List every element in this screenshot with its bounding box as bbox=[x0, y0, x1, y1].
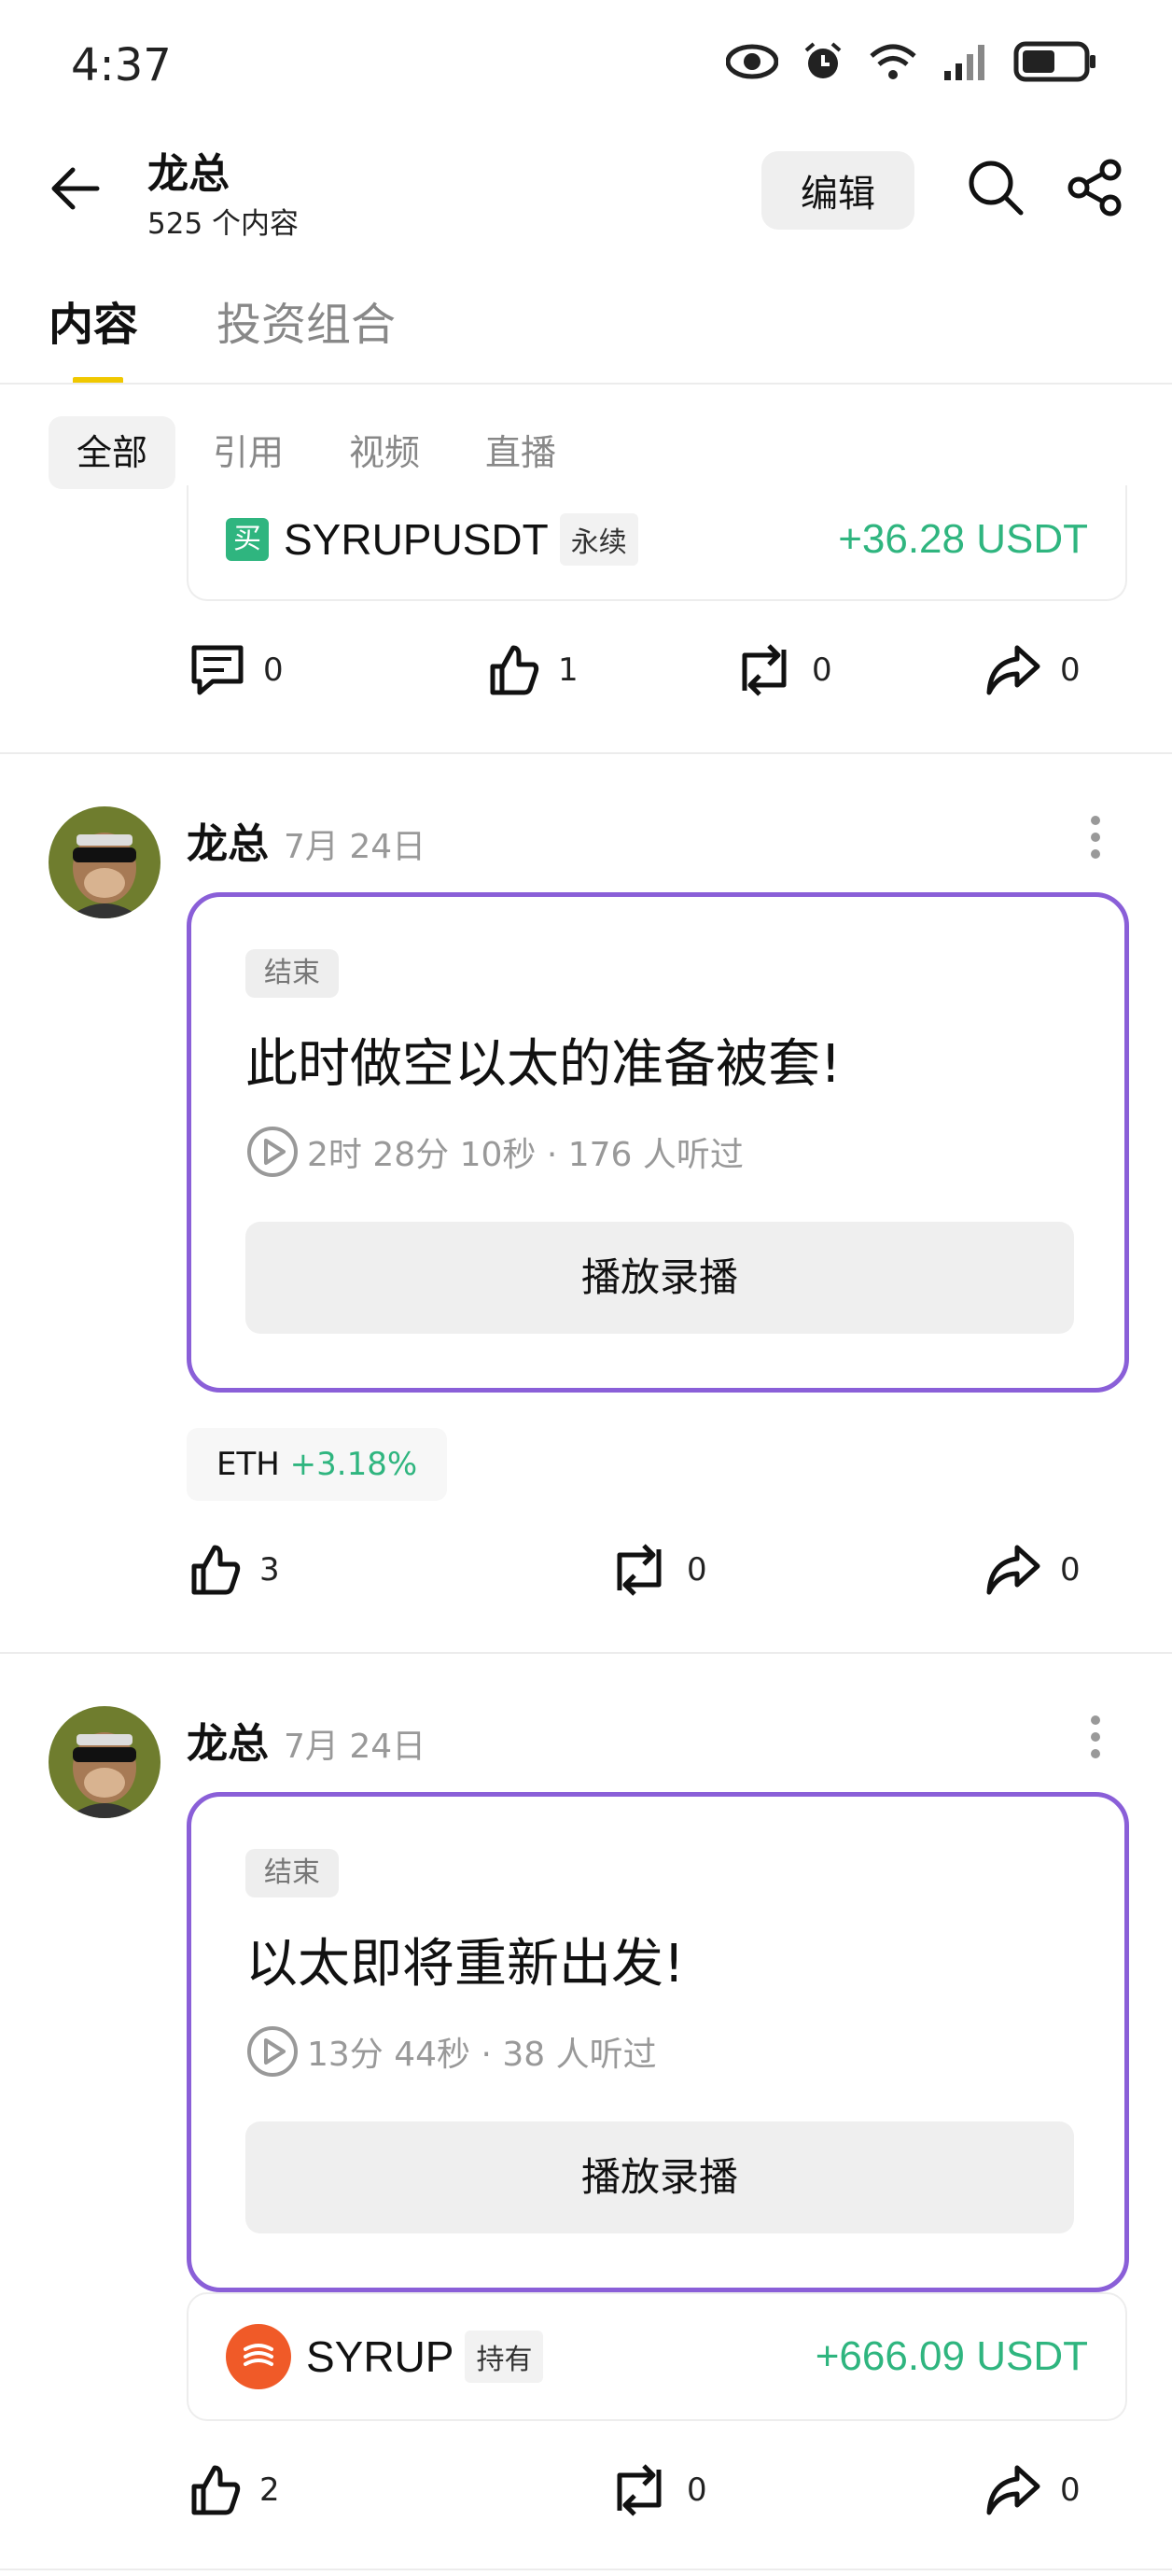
live-meta: 13分 44秒 · 38 人听过 bbox=[245, 2024, 657, 2079]
filter-tabs: 全部 引用 视频 直播 bbox=[49, 416, 584, 489]
position-symbol: SYRUP bbox=[306, 2332, 454, 2381]
repost-button[interactable]: 0 bbox=[735, 644, 832, 696]
search-button[interactable] bbox=[967, 159, 1025, 220]
tab-portfolio[interactable]: 投资组合 bbox=[216, 287, 396, 353]
trade-card[interactable]: 买 SYRUPUSDT 永续 +36.28 USDT bbox=[187, 485, 1127, 601]
more-vertical-icon bbox=[1091, 816, 1100, 859]
forward-arrow-icon bbox=[986, 2465, 1040, 2515]
repost-count: 0 bbox=[812, 651, 832, 689]
repost-count: 0 bbox=[687, 2471, 707, 2509]
position-tag: 持有 bbox=[465, 2331, 544, 2383]
main-tabs: 内容 投资组合 bbox=[49, 287, 396, 353]
post-date: 7月 24日 bbox=[284, 1728, 426, 1766]
trade-symbol: SYRUPUSDT bbox=[284, 515, 549, 564]
status-badge: 结束 bbox=[245, 1849, 339, 1897]
play-recording-button[interactable]: 播放录播 bbox=[245, 2121, 1074, 2233]
forward-button[interactable]: 0 bbox=[985, 2464, 1081, 2516]
avatar[interactable] bbox=[49, 806, 160, 918]
filter-video[interactable]: 视频 bbox=[321, 416, 448, 489]
author-name[interactable]: 龙总 bbox=[187, 1710, 269, 1770]
comment-icon bbox=[191, 645, 244, 695]
post-divider bbox=[0, 1652, 1172, 1654]
forward-arrow-icon bbox=[986, 1545, 1040, 1595]
comment-count: 0 bbox=[263, 651, 284, 689]
status-badge: 结束 bbox=[245, 949, 339, 998]
alarm-icon bbox=[804, 42, 842, 78]
trade-tag: 永续 bbox=[559, 513, 638, 566]
forward-arrow-icon bbox=[986, 645, 1040, 695]
repost-count: 0 bbox=[687, 1551, 707, 1589]
live-meta-text: 2时 28分 10秒 · 176 人听过 bbox=[307, 1136, 744, 1174]
position-card[interactable]: SYRUP 持有 +666.09 USDT bbox=[187, 2292, 1127, 2421]
repost-button[interactable]: 0 bbox=[610, 2464, 707, 2516]
repost-icon bbox=[617, 2464, 662, 2516]
repost-icon bbox=[742, 644, 787, 696]
edit-button[interactable]: 编辑 bbox=[761, 151, 914, 230]
play-circle-icon bbox=[247, 2026, 298, 2077]
thumbs-up-icon bbox=[490, 645, 539, 695]
forward-button[interactable]: 0 bbox=[985, 1544, 1081, 1596]
post-divider bbox=[0, 752, 1172, 754]
post-divider bbox=[0, 2569, 1172, 2570]
share-nodes-icon bbox=[1067, 159, 1122, 217]
wifi-icon bbox=[870, 44, 916, 79]
like-count: 1 bbox=[558, 651, 579, 689]
status-time: 4:37 bbox=[71, 39, 172, 91]
like-count: 3 bbox=[259, 1551, 280, 1589]
thumbs-up-icon bbox=[191, 2465, 241, 2515]
live-title: 此时做空以太的准备被套! bbox=[245, 1034, 842, 1095]
filter-all[interactable]: 全部 bbox=[49, 416, 176, 489]
arrow-left-icon bbox=[51, 167, 100, 210]
more-options-button[interactable] bbox=[1086, 814, 1105, 864]
forward-count: 0 bbox=[1060, 651, 1081, 689]
search-icon bbox=[969, 161, 1024, 216]
coin-change: +3.18% bbox=[289, 1446, 418, 1483]
play-recording-button[interactable]: 播放录播 bbox=[245, 1222, 1074, 1334]
more-options-button[interactable] bbox=[1086, 1714, 1105, 1764]
signal-icon bbox=[944, 45, 984, 80]
forward-count: 0 bbox=[1060, 1551, 1081, 1589]
live-meta-text: 13分 44秒 · 38 人听过 bbox=[307, 2036, 657, 2074]
share-button[interactable] bbox=[1067, 159, 1123, 220]
status-icons bbox=[726, 41, 1097, 82]
filter-quotes[interactable]: 引用 bbox=[185, 416, 312, 489]
repost-button[interactable]: 0 bbox=[610, 1544, 707, 1596]
comment-button[interactable]: 0 bbox=[190, 644, 284, 696]
content-count: 525 个内容 bbox=[147, 207, 300, 241]
coin-symbol: ETH bbox=[216, 1446, 280, 1483]
filter-live[interactable]: 直播 bbox=[457, 416, 584, 489]
forward-count: 0 bbox=[1060, 2471, 1081, 2509]
coin-chip[interactable]: ETH +3.18% bbox=[187, 1428, 448, 1501]
live-title: 以太即将重新出发! bbox=[245, 1934, 685, 1995]
divider bbox=[0, 383, 1172, 385]
play-circle-icon bbox=[247, 1127, 298, 1177]
like-count: 2 bbox=[259, 2471, 280, 2509]
back-button[interactable] bbox=[49, 166, 101, 215]
repost-icon bbox=[617, 1544, 662, 1596]
post-date: 7月 24日 bbox=[284, 828, 426, 866]
live-card[interactable]: 结束 此时做空以太的准备被套! 2时 28分 10秒 · 176 人听过 播放录… bbox=[187, 892, 1129, 1393]
syrup-logo-icon bbox=[226, 2324, 291, 2389]
thumbs-up-icon bbox=[191, 1545, 241, 1595]
post-header: 龙总 7月 24日 bbox=[187, 810, 426, 870]
forward-button[interactable]: 0 bbox=[985, 644, 1081, 696]
author-name[interactable]: 龙总 bbox=[187, 810, 269, 870]
post-header: 龙总 7月 24日 bbox=[187, 1710, 426, 1770]
tab-content[interactable]: 内容 bbox=[49, 287, 138, 353]
like-button[interactable]: 3 bbox=[190, 1544, 280, 1596]
page-title: 龙总 bbox=[147, 150, 230, 198]
more-vertical-icon bbox=[1091, 1715, 1100, 1758]
avatar[interactable] bbox=[49, 1706, 160, 1818]
live-meta: 2时 28分 10秒 · 176 人听过 bbox=[245, 1125, 744, 1179]
like-button[interactable]: 1 bbox=[489, 644, 579, 696]
eye-icon bbox=[726, 44, 778, 79]
battery-icon bbox=[1013, 41, 1095, 82]
buy-badge: 买 bbox=[226, 518, 269, 561]
live-card[interactable]: 结束 以太即将重新出发! 13分 44秒 · 38 人听过 播放录播 bbox=[187, 1792, 1129, 2292]
like-button[interactable]: 2 bbox=[190, 2464, 280, 2516]
position-pnl: +666.09 USDT bbox=[815, 2333, 1088, 2379]
trade-pnl: +36.28 USDT bbox=[838, 516, 1088, 562]
